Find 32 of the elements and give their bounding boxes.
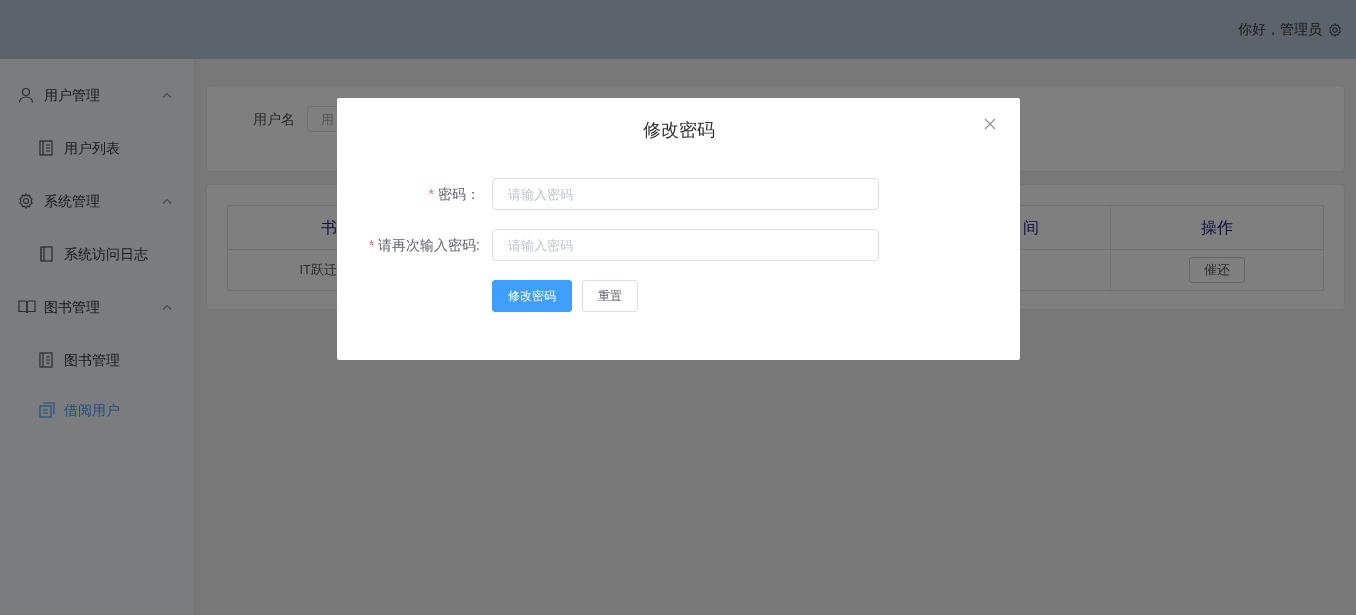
field-label: 用户名 [253, 110, 295, 129]
column-header: 间 [1023, 217, 1039, 238]
document-icon [39, 352, 53, 368]
greeting-text: 你好，管理员 [1238, 20, 1322, 39]
close-button[interactable] [984, 118, 998, 132]
notebook-icon [39, 246, 53, 262]
copy-icon [39, 402, 55, 418]
column-header: 书 [321, 217, 337, 238]
column-header: 操作 [1201, 217, 1233, 238]
dialog-title: 修改密码 [642, 118, 715, 142]
sidebar-group[interactable]: 系统管理 [0, 173, 194, 229]
submit-button[interactable]: 修改密码 [492, 280, 572, 312]
sidebar-group[interactable]: 图书管理 [0, 279, 194, 335]
close-icon [984, 118, 996, 130]
required-mark: * [428, 184, 434, 204]
table-cell-text: IT跃迁 [299, 261, 337, 280]
required-mark: * [368, 235, 375, 255]
document-icon [39, 140, 53, 156]
remind-button[interactable]: 催还 [1189, 257, 1245, 283]
settings-icon [1328, 22, 1342, 37]
password-input[interactable]: 请输入密码 [492, 178, 879, 210]
field-label: 密码： [438, 184, 480, 204]
book-icon [18, 299, 36, 315]
user-icon [18, 87, 34, 103]
sidebar-item[interactable]: 图书管理 [0, 335, 194, 385]
sidebar-item[interactable]: 用户列表 [0, 123, 194, 173]
field-label: 请再次输入密码: [378, 235, 480, 255]
reset-button[interactable]: 重置 [582, 280, 638, 312]
password-input[interactable]: 请输入密码 [492, 229, 879, 261]
settings-icon [18, 193, 34, 209]
sidebar-item[interactable]: 系统访问日志 [0, 229, 194, 279]
sidebar-group[interactable]: 用户管理 [0, 67, 194, 123]
